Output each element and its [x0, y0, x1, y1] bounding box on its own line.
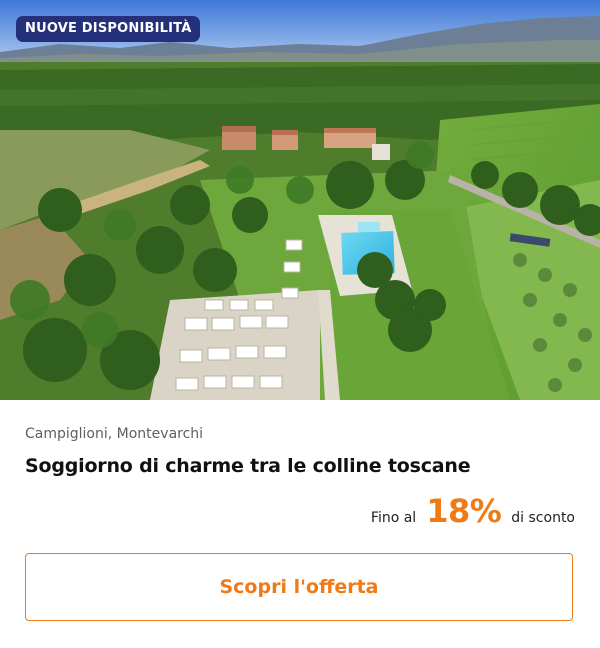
discover-offer-label: Scopri l'offerta [219, 576, 379, 598]
discount-prefix: Fino al [370, 510, 417, 526]
offer-card[interactable]: NUOVE DISPONIBILITÀ Campiglioni, Monteva… [0, 0, 600, 648]
offer-location: Campiglioni, Montevarchi [25, 426, 204, 442]
offer-title[interactable]: Soggiorno di charme tra le colline tosca… [25, 455, 471, 477]
aerial-landscape-photo [0, 0, 600, 400]
discount-suffix: di sconto [511, 510, 575, 526]
discount-value: 18% [426, 492, 502, 530]
new-availability-badge: NUOVE DISPONIBILITÀ [16, 16, 201, 42]
discover-offer-button[interactable]: Scopri l'offerta [25, 553, 573, 621]
discount-info: Fino al 18% di sconto [371, 492, 575, 530]
offer-photo[interactable]: NUOVE DISPONIBILITÀ [0, 0, 600, 400]
